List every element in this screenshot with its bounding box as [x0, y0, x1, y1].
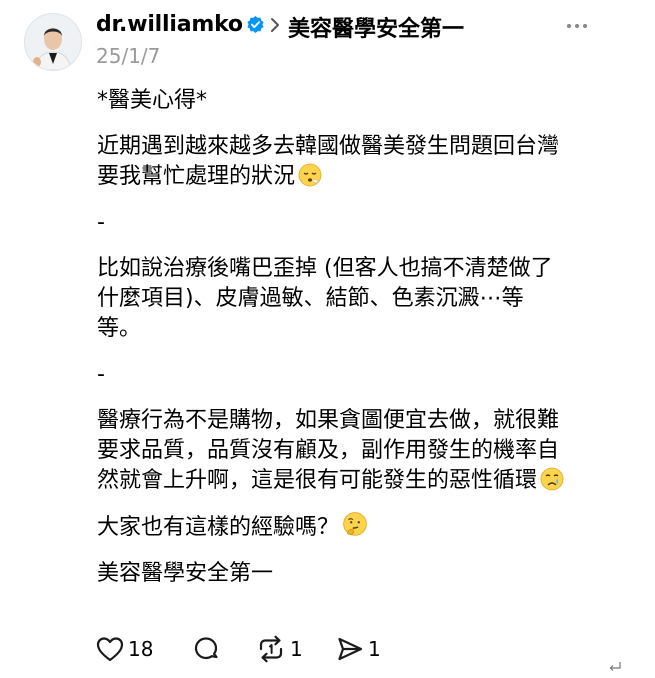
- paragraph-line: 近期遇到越來越多去韓國做醫美發生問題回台灣: [97, 134, 560, 159]
- comment-icon: [194, 637, 218, 660]
- share-count: 1: [368, 637, 381, 661]
- return-icon: [609, 662, 621, 671]
- share-button[interactable]: 1: [336, 634, 381, 664]
- separator-dash: -: [97, 362, 105, 387]
- thinking-face-emoji-icon: [343, 512, 367, 536]
- post-date: 25/1/7: [96, 44, 161, 68]
- post-heading: *醫美心得*: [97, 88, 208, 113]
- repost-button[interactable]: 1: [256, 634, 303, 664]
- post-body: *醫美心得* 近期遇到越來越多去韓國做醫美發生問題回台灣 要我幫忙處理的狀況 -…: [97, 86, 617, 589]
- paragraph-line: 醫療行為不是購物，如果貪圖便宜去做，就很難: [97, 408, 560, 433]
- separator-dash: -: [97, 210, 105, 235]
- verified-badge-icon: [247, 15, 264, 34]
- more-icon[interactable]: [566, 22, 588, 30]
- crying-face-emoji-icon: [540, 467, 564, 491]
- heart-icon: [96, 637, 124, 662]
- chevron-right-icon: [271, 18, 279, 32]
- closing-line: 美容醫學安全第一: [97, 561, 274, 586]
- share-icon: [338, 637, 363, 661]
- repost-count: 1: [290, 637, 303, 661]
- comment-button[interactable]: [192, 634, 220, 664]
- repost-icon: [259, 635, 283, 663]
- paragraph-line-with-emoji: 要我幫忙處理的狀況: [97, 162, 617, 192]
- paragraph-line: 要求品質，品質沒有顧及，副作用發生的機率自: [97, 438, 560, 463]
- avatar-image: [25, 14, 81, 70]
- sighing-face-emoji-icon: [298, 163, 322, 187]
- username-link[interactable]: dr.williamko: [96, 12, 243, 37]
- paragraph-line: 然就會上升啊，這是很有可能發生的惡性循環: [97, 468, 538, 493]
- paragraph-line: 等。: [97, 316, 142, 341]
- like-count: 18: [128, 637, 154, 661]
- avatar[interactable]: [24, 13, 82, 71]
- paragraph-line-with-emoji: 然就會上升啊，這是很有可能發生的惡性循環: [97, 466, 617, 496]
- paragraph-line: 比如說治療後嘴巴歪掉 (但客人也搞不清楚做了: [97, 256, 553, 281]
- paragraph-line: 要我幫忙處理的狀況: [97, 164, 296, 189]
- topic-link[interactable]: 美容醫學安全第一: [288, 11, 464, 43]
- paragraph-line: 什麼項目)、皮膚過敏、結節、色素沉澱⋯等: [97, 286, 524, 311]
- like-button[interactable]: 18: [96, 634, 153, 664]
- question-text: 大家也有這樣的經驗嗎？: [97, 515, 340, 540]
- paragraph-line-with-emoji: 大家也有這樣的經驗嗎？: [97, 512, 617, 543]
